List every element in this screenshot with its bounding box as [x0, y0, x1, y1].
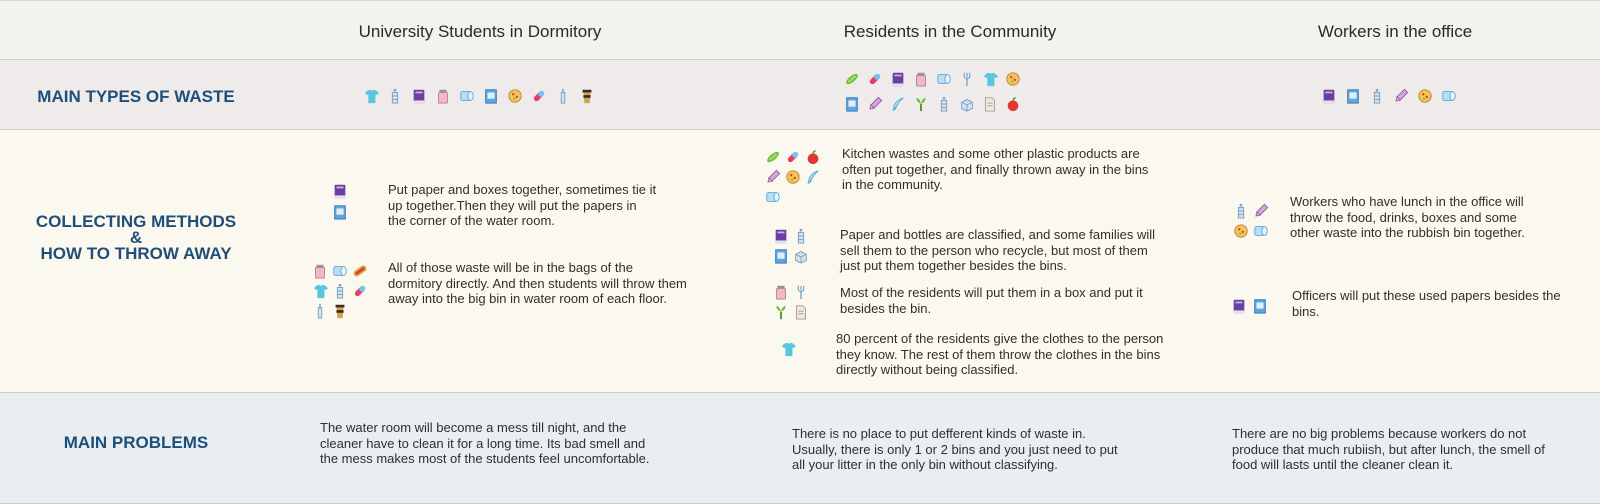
shirt-icon	[779, 340, 797, 358]
fork-icon	[958, 70, 976, 88]
bottle-icon	[792, 227, 810, 245]
box-icon	[792, 247, 810, 265]
collect-icons-comm-4	[779, 340, 801, 358]
apple-icon	[804, 148, 822, 166]
problem-text-dormitory: The water room will become a mess till n…	[320, 420, 650, 466]
pizza-icon	[1416, 87, 1434, 105]
notebook-icon	[331, 203, 349, 221]
column-title-community: Residents in the Community	[843, 22, 1057, 41]
pizza-icon	[1004, 70, 1022, 88]
shirt-icon	[362, 87, 380, 105]
vegetable-icon	[772, 303, 790, 321]
paper-roll-icon	[764, 188, 782, 206]
collect-icons-comm-3	[772, 283, 816, 321]
problem-text-office: There are no big problems because worker…	[1232, 426, 1545, 472]
collect-icons-comm-2	[772, 227, 816, 265]
bottle-icon	[935, 95, 953, 113]
book-icon	[1230, 297, 1248, 315]
bottle-icon	[386, 87, 404, 105]
notebook-icon	[843, 95, 861, 113]
problem-text-community: There is no place to put defferent kinds…	[792, 426, 1118, 472]
row-label-collecting-amp: &	[129, 228, 143, 247]
waste-icons-community-row2	[843, 95, 1043, 113]
row-label-main-types: MAIN TYPES OF WASTE	[37, 87, 235, 106]
pencil-icon	[764, 168, 782, 186]
paper-roll-icon	[1252, 222, 1270, 240]
notebook-icon	[482, 87, 500, 105]
collect-icons-dorm-2	[311, 262, 371, 320]
pill-icon	[351, 282, 369, 300]
waste-icons-office	[1320, 87, 1480, 105]
bottle-icon	[331, 282, 349, 300]
paper-roll-icon	[935, 70, 953, 88]
notebook-icon	[772, 247, 790, 265]
book-icon	[410, 87, 428, 105]
notebook-icon	[1251, 297, 1269, 315]
row-label-collecting: COLLECTING METHODS & HOW TO THROW AWAY	[0, 213, 272, 262]
pizza-icon	[506, 87, 524, 105]
waste-icons-community-row1	[843, 70, 1043, 88]
collect-icons-dorm-1	[331, 182, 353, 221]
jar-icon	[912, 70, 930, 88]
feather-icon	[804, 168, 822, 186]
pizza-icon	[784, 168, 802, 186]
column-title-dormitory: University Students in Dormitory	[358, 22, 602, 41]
collect-text-comm-3: Most of the residents will put them in a…	[840, 285, 1143, 316]
coffee-cup-icon	[578, 87, 596, 105]
row-label-main-problems: MAIN PROBLEMS	[63, 433, 209, 452]
small-bottle-icon	[311, 302, 329, 320]
paper-roll-icon	[331, 262, 349, 280]
jar-icon	[434, 87, 452, 105]
row-label-collecting-line2: HOW TO THROW AWAY	[40, 244, 232, 263]
waste-icons-dormitory	[362, 87, 602, 105]
sausage-icon	[351, 262, 369, 280]
collect-text-comm-2: Paper and bottles are classified, and so…	[840, 227, 1156, 273]
book-icon	[331, 182, 349, 200]
pill-icon	[784, 148, 802, 166]
document-icon	[792, 303, 810, 321]
notebook-icon	[1344, 87, 1362, 105]
collect-icons-office-1	[1232, 202, 1276, 240]
jar-icon	[772, 283, 790, 301]
small-bottle-icon	[554, 87, 572, 105]
collect-text-office-2: Officers will put these used papers besi…	[1292, 288, 1561, 319]
book-icon	[772, 227, 790, 245]
collect-text-dorm-2: All of those waste will be in the bags o…	[388, 260, 687, 306]
box-icon	[958, 95, 976, 113]
pencil-icon	[1252, 202, 1270, 220]
bottle-icon	[1232, 202, 1250, 220]
bottle-icon	[1368, 87, 1386, 105]
pencil-icon	[1392, 87, 1410, 105]
jar-icon	[311, 262, 329, 280]
collect-icons-office-2	[1230, 297, 1274, 315]
pea-pod-icon	[764, 148, 782, 166]
pizza-icon	[1232, 222, 1250, 240]
book-icon	[1320, 87, 1338, 105]
shirt-icon	[311, 282, 329, 300]
apple-icon	[1004, 95, 1022, 113]
collect-text-comm-4: 80 percent of the residents give the clo…	[836, 331, 1164, 377]
pill-icon	[530, 87, 548, 105]
feather-icon	[889, 95, 907, 113]
book-icon	[889, 70, 907, 88]
pea-pod-icon	[843, 70, 861, 88]
coffee-cup-icon	[331, 302, 349, 320]
paper-roll-icon	[458, 87, 476, 105]
collect-text-office-1: Workers who have lunch in the office wil…	[1290, 194, 1525, 240]
collect-text-dorm-1: Put paper and boxes together, sometimes …	[388, 182, 657, 228]
document-icon	[981, 95, 999, 113]
collect-icons-comm-1	[764, 148, 824, 206]
collect-text-comm-1: Kitchen wastes and some other plastic pr…	[842, 146, 1149, 192]
shirt-icon	[981, 70, 999, 88]
column-title-office: Workers in the office	[1317, 22, 1473, 41]
pill-icon	[866, 70, 884, 88]
paper-roll-icon	[1440, 87, 1458, 105]
pencil-icon	[866, 95, 884, 113]
fork-icon	[792, 283, 810, 301]
vegetable-icon	[912, 95, 930, 113]
